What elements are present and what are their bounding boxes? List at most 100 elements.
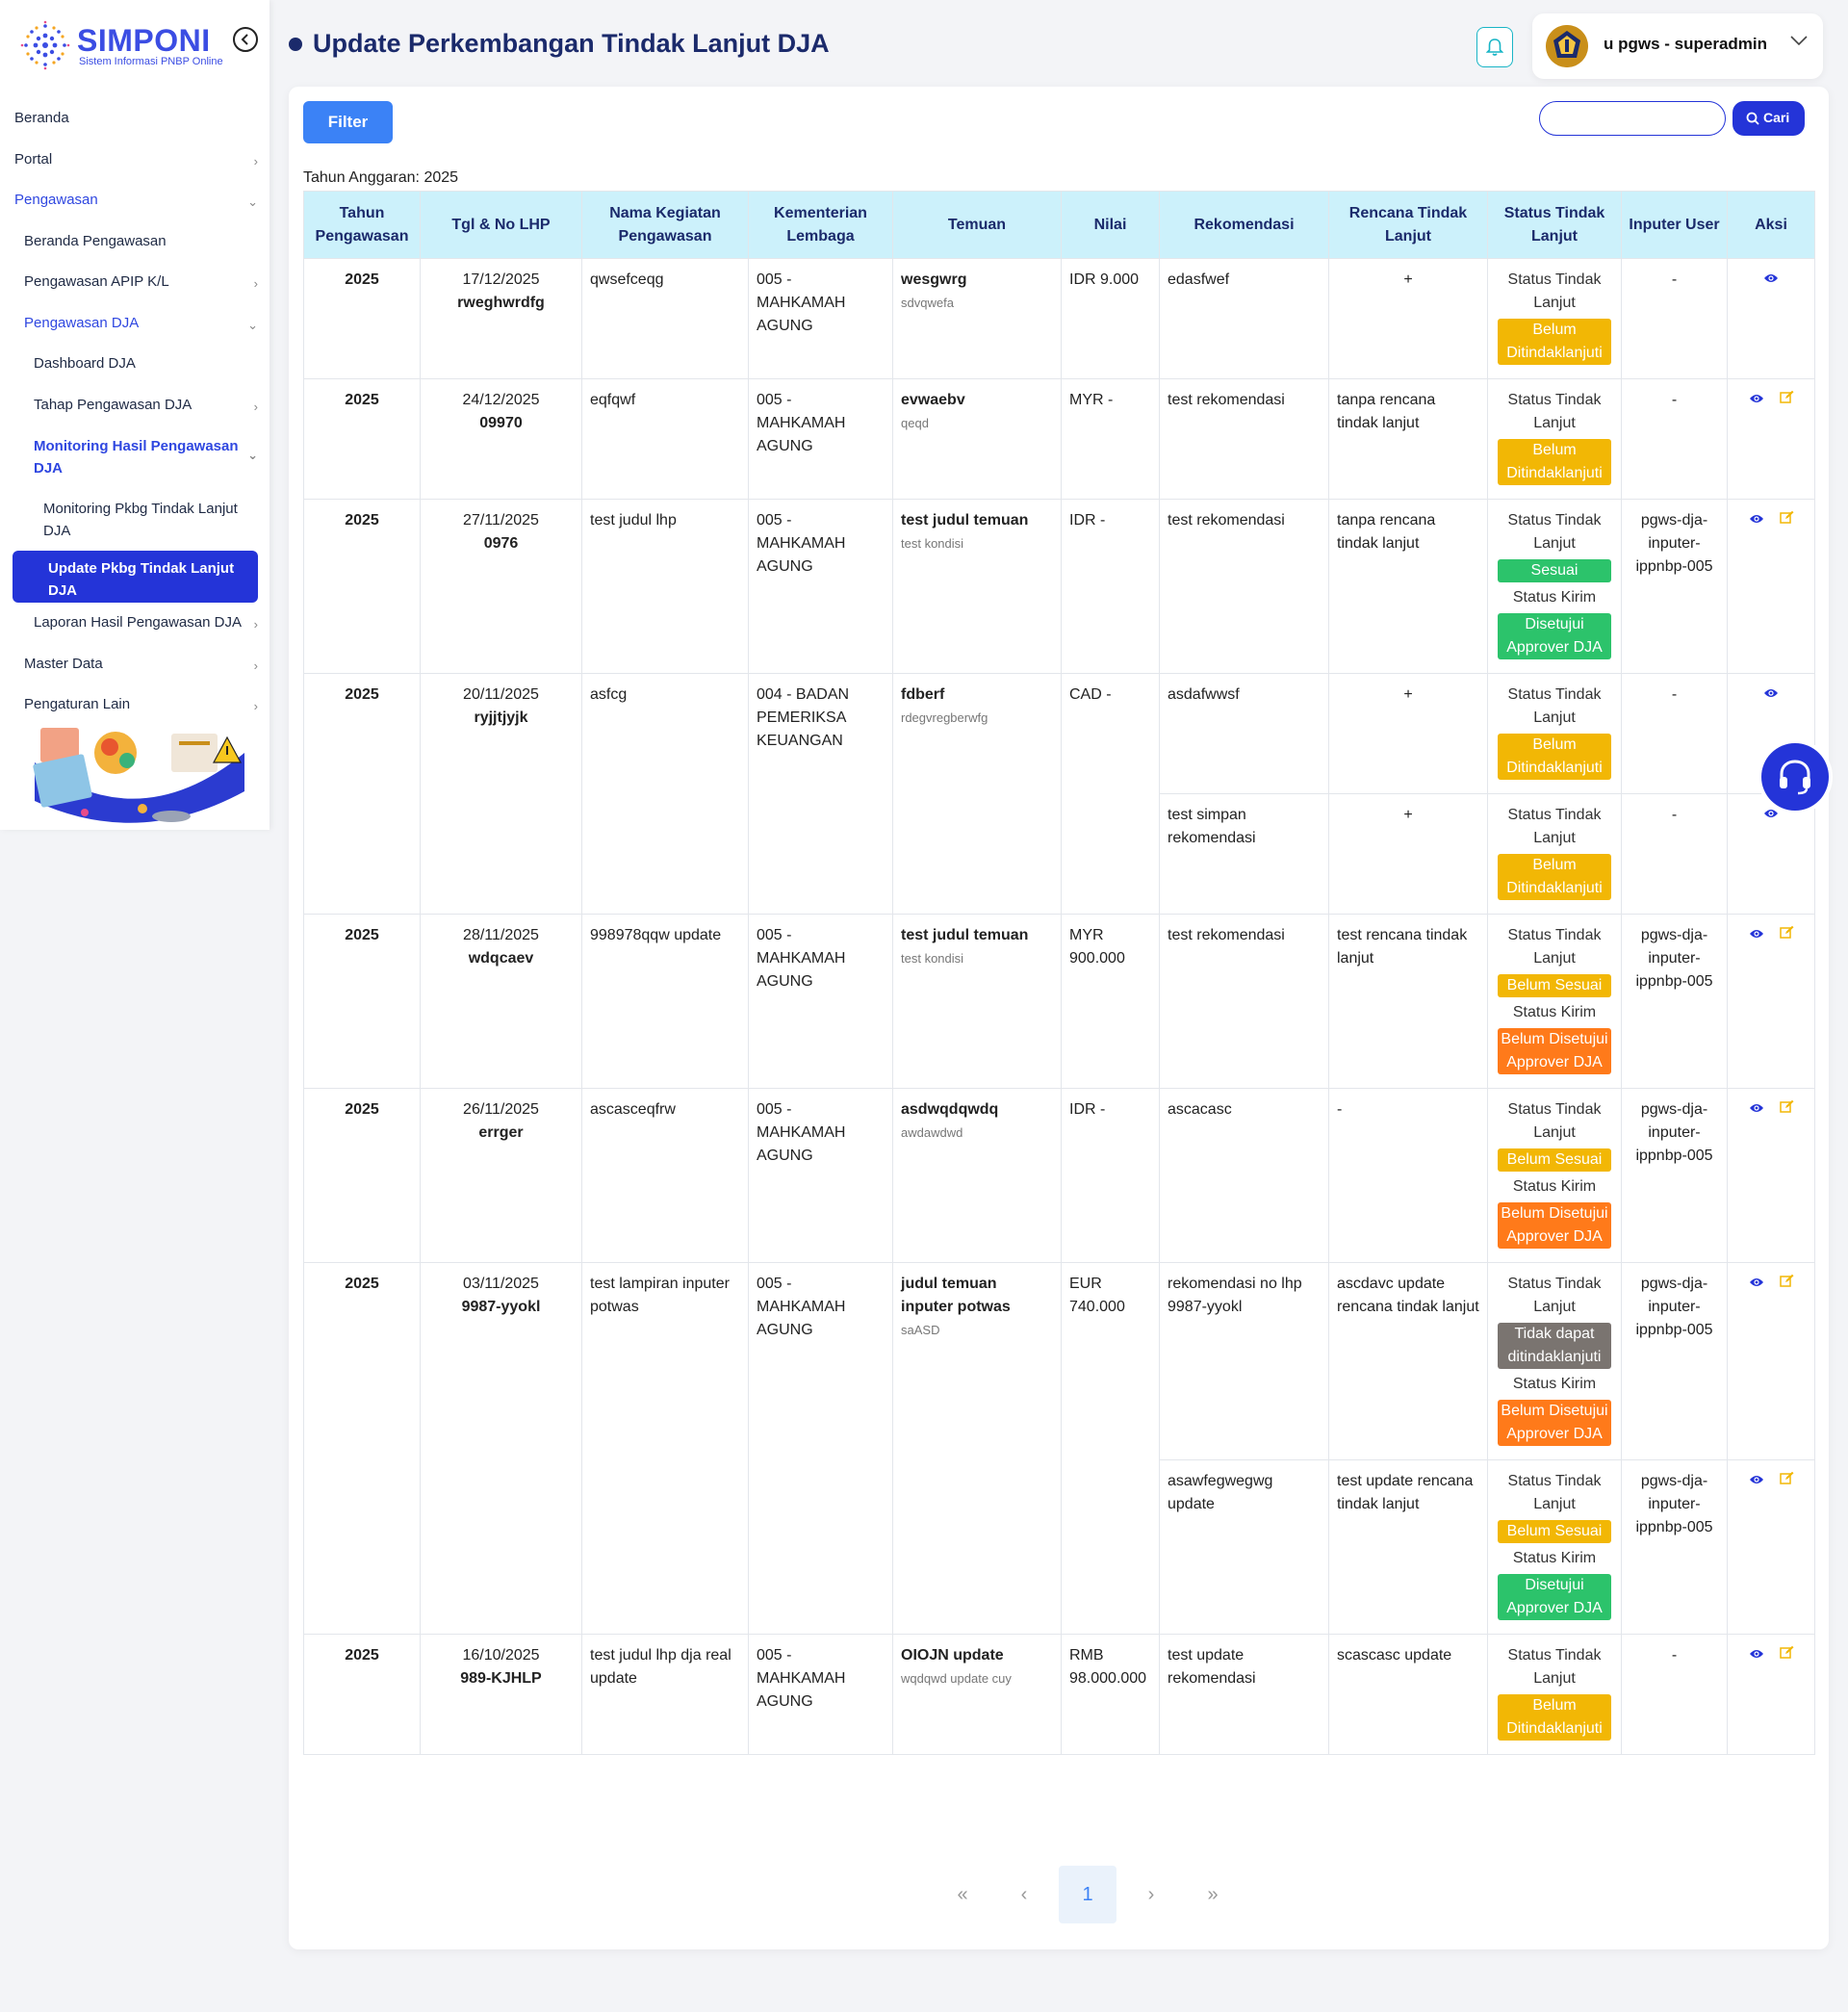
user-avatar [1546,25,1588,67]
kirim-label: Status Kirim [1512,1376,1597,1392]
sidebar-item-monitoring-hasil[interactable]: Monitoring Hasil Pengawasan DJA ⌄ [0,435,270,481]
cell-tahun: 2025 [303,499,421,674]
chevron-right-icon: › [253,658,258,673]
column-header: Rekomendasi [1159,191,1329,259]
kirim-badge: Disetujui Approver DJA [1498,1574,1611,1620]
temuan-kondisi: saASD [901,1323,940,1337]
sidebar-item-label: Pengawasan DJA [24,315,140,331]
sidebar-item-beranda[interactable]: Beranda [0,110,270,129]
cell-rencana: tanpa rencana tindak lanjut [1328,499,1488,674]
sidebar-item-pengaturan-lain[interactable]: Pengaturan Lain › [0,696,270,715]
chevron-right-icon: › [253,617,258,632]
view-icon[interactable] [1749,389,1764,412]
sidebar-item-update-pkbg[interactable]: Update Pkbg Tindak Lanjut DJA [13,551,258,603]
column-header: Status Tindak Lanjut [1487,191,1622,259]
temuan-kondisi: test kondisi [901,951,964,966]
edit-icon[interactable] [1779,1470,1794,1493]
view-icon[interactable] [1749,924,1764,947]
table-header-row: Tahun Pengawasan Tgl & No LHP Nama Kegia… [303,191,1815,259]
search-button-label: Cari [1763,110,1790,125]
view-icon[interactable] [1763,269,1779,292]
notification-button[interactable] [1476,27,1513,67]
view-icon[interactable] [1763,684,1779,707]
sidebar-item-pengawasan-apip[interactable]: Pengawasan APIP K/L › [0,273,270,293]
bell-icon [1486,39,1503,56]
cell-nilai: EUR 740.000 [1061,1262,1160,1635]
add-rencana-button[interactable]: + [1328,793,1488,915]
sidebar-item-dashboard-dja[interactable]: Dashboard DJA [0,355,270,374]
cell-temuan: test judul temuan test kondisi [892,499,1062,674]
cell-kementerian: 005 - MAHKAMAH AGUNG [748,1088,893,1263]
search-input[interactable] [1539,101,1726,136]
edit-icon[interactable] [1779,1644,1794,1667]
edit-icon[interactable] [1779,509,1794,532]
kirim-badge: Belum Disetujui Approver DJA [1498,1028,1611,1074]
edit-icon[interactable] [1779,1273,1794,1296]
edit-icon[interactable] [1779,389,1794,412]
cell-status: Status Tindak Lanjut Tidak dapat ditindak… [1487,1262,1622,1460]
page-1-button[interactable]: 1 [1059,1866,1116,1923]
status-label: Status Tindak Lanjut [1507,512,1602,552]
cell-rekomendasi: test simpan rekomendasi [1159,793,1329,915]
add-rencana-button[interactable]: + [1328,258,1488,379]
cell-kegiatan: test judul lhp dja real update [581,1634,749,1755]
view-icon[interactable] [1749,1644,1764,1667]
sidebar-item-portal[interactable]: Portal › [0,151,270,170]
sidebar-item-tahap-pengawasan-dja[interactable]: Tahap Pengawasan DJA › [0,397,270,416]
cell-kegiatan: eqfqwf [581,378,749,500]
prev-page-button[interactable]: ‹ [995,1866,1053,1923]
status-label: Status Tindak Lanjut [1507,686,1602,726]
collapse-sidebar-button[interactable] [233,27,258,52]
cell-status: Status Tindak Lanjut Belum Ditindaklanjut… [1487,1634,1622,1755]
next-page-button[interactable]: › [1122,1866,1180,1923]
cell-inputer: - [1621,1634,1728,1755]
edit-icon[interactable] [1779,1098,1794,1122]
sidebar-item-label: Master Data [24,656,103,672]
column-header: Tahun Pengawasan [303,191,421,259]
chevron-down-icon: ⌄ [247,318,258,332]
cell-rekomendasi: asdafwwsf [1159,673,1329,794]
add-rencana-button[interactable]: + [1328,673,1488,794]
view-icon[interactable] [1763,804,1779,827]
view-icon[interactable] [1749,1273,1764,1296]
chevron-down-icon [1790,36,1808,46]
user-menu[interactable]: u pgws - superadmin [1532,13,1823,79]
temuan-title: asdwqdqwdq [901,1101,999,1118]
first-page-button[interactable]: « [934,1866,991,1923]
cell-rencana: test update rencana tindak lanjut [1328,1459,1488,1635]
temuan-kondisi: rdegvregberwfg [901,710,988,725]
sidebar-item-monitoring-pkbg[interactable]: Monitoring Pkbg Tindak Lanjut DJA [0,498,270,544]
view-icon[interactable] [1749,509,1764,532]
brand[interactable]: SIMPONI Sistem Informasi PNBP Online [17,17,264,75]
sidebar-item-pengawasan-dja[interactable]: Pengawasan DJA ⌄ [0,315,270,334]
sidebar-item-pengawasan[interactable]: Pengawasan ⌄ [0,192,270,211]
cell-rencana: tanpa rencana tindak lanjut [1328,378,1488,500]
status-badge: Belum Ditindaklanjuti [1498,439,1611,485]
cell-aksi [1727,1262,1815,1460]
brand-subtitle: Sistem Informasi PNBP Online [79,56,223,67]
cell-kementerian: 005 - MAHKAMAH AGUNG [748,914,893,1089]
sidebar-item-beranda-pengawasan[interactable]: Beranda Pengawasan [0,233,270,252]
view-icon[interactable] [1749,1470,1764,1493]
cell-kegiatan: asfcg [581,673,749,915]
table-row: 2025 16/10/2025 989-KJHLP test judul lhp dj… [303,1634,1815,1755]
cell-kegiatan: qwsefceqg [581,258,749,379]
cell-rencana: test rencana tindak lanjut [1328,914,1488,1089]
filter-button[interactable]: Filter [303,101,393,143]
last-page-button[interactable]: » [1184,1866,1242,1923]
search-button[interactable]: Cari [1732,101,1805,136]
sidebar-item-label: Pengawasan [14,192,98,208]
cell-kementerian: 005 - MAHKAMAH AGUNG [748,1634,893,1755]
status-label: Status Tindak Lanjut [1507,807,1602,846]
simponi-logo-icon [20,20,70,70]
view-icon[interactable] [1749,1098,1764,1122]
cell-kegiatan: 998978qqw update [581,914,749,1089]
cell-tahun: 2025 [303,378,421,500]
edit-icon[interactable] [1779,924,1794,947]
sidebar-item-master-data[interactable]: Master Data › [0,656,270,675]
lhp-date: 17/12/2025 [462,271,540,288]
support-chat-button[interactable] [1761,743,1829,811]
sidebar-item-laporan-hasil[interactable]: Laporan Hasil Pengawasan DJA › [0,614,270,633]
cell-temuan: judul temuan inputer potwas saASD [892,1262,1062,1635]
cell-temuan: test judul temuan test kondisi [892,914,1062,1089]
